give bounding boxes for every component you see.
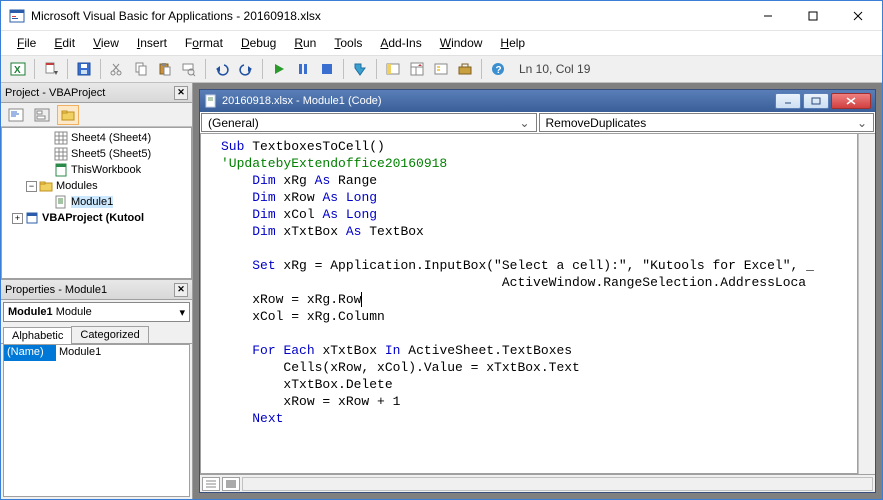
menu-debug[interactable]: Debug bbox=[233, 34, 284, 52]
menu-format[interactable]: Format bbox=[177, 34, 231, 52]
full-module-view-button[interactable] bbox=[222, 477, 240, 491]
insert-module-button[interactable] bbox=[40, 58, 62, 80]
chevron-down-icon: ▾ bbox=[179, 306, 185, 319]
window-title: Microsoft Visual Basic for Applications … bbox=[31, 9, 745, 23]
properties-tabs: Alphabetic Categorized bbox=[1, 324, 192, 344]
menu-edit[interactable]: Edit bbox=[46, 34, 83, 52]
code-window-minimize-button[interactable] bbox=[775, 93, 801, 109]
code-window-maximize-button[interactable] bbox=[803, 93, 829, 109]
procedure-combo[interactable]: RemoveDuplicates⌄ bbox=[539, 113, 875, 132]
properties-grid[interactable]: (Name) Module1 bbox=[3, 344, 190, 497]
object-browser-button[interactable] bbox=[430, 58, 452, 80]
properties-title: Properties - Module1 bbox=[5, 284, 174, 296]
properties-window-button[interactable] bbox=[406, 58, 428, 80]
undo-button[interactable] bbox=[211, 58, 233, 80]
menu-window[interactable]: Window bbox=[432, 34, 491, 52]
tree-item-vbaproject2[interactable]: +VBAProject (Kutool bbox=[2, 210, 191, 226]
project-tree[interactable]: Sheet4 (Sheet4) Sheet5 (Sheet5) ThisWork… bbox=[1, 127, 192, 279]
code-window-close-button[interactable] bbox=[831, 93, 871, 109]
menu-addins[interactable]: Add-Ins bbox=[372, 34, 429, 52]
project-explorer-title: Project - VBAProject bbox=[5, 87, 174, 99]
cursor-position-status: Ln 10, Col 19 bbox=[519, 62, 590, 76]
menu-insert[interactable]: Insert bbox=[129, 34, 175, 52]
toolbox-button[interactable] bbox=[454, 58, 476, 80]
chevron-down-icon: ⌄ bbox=[857, 116, 867, 130]
workbook-icon bbox=[54, 163, 68, 177]
module-icon bbox=[204, 94, 218, 108]
expand-icon[interactable]: + bbox=[12, 213, 23, 224]
worksheet-icon bbox=[54, 147, 68, 161]
menu-run[interactable]: Run bbox=[286, 34, 324, 52]
object-combo[interactable]: (General)⌄ bbox=[201, 113, 537, 132]
project-icon bbox=[25, 211, 39, 225]
break-button[interactable] bbox=[292, 58, 314, 80]
properties-object-combo[interactable]: Module1 Module ▾ bbox=[3, 302, 190, 322]
paste-button[interactable] bbox=[154, 58, 176, 80]
svg-text:?: ? bbox=[496, 65, 502, 76]
redo-button[interactable] bbox=[235, 58, 257, 80]
save-button[interactable] bbox=[73, 58, 95, 80]
copy-button[interactable] bbox=[130, 58, 152, 80]
collapse-icon[interactable]: − bbox=[26, 181, 37, 192]
run-button[interactable] bbox=[268, 58, 290, 80]
property-value[interactable]: Module1 bbox=[56, 345, 189, 361]
menubar: File Edit View Insert Format Debug Run T… bbox=[1, 31, 882, 55]
code-window-titlebar[interactable]: 20160918.xlsx - Module1 (Code) bbox=[200, 90, 875, 112]
project-explorer-button[interactable] bbox=[382, 58, 404, 80]
code-editor[interactable]: Sub TextboxesToCell() 'UpdatebyExtendoff… bbox=[200, 134, 858, 474]
project-explorer-close-button[interactable]: ✕ bbox=[174, 86, 188, 100]
module-icon bbox=[54, 195, 68, 209]
property-key: (Name) bbox=[4, 345, 56, 361]
tree-item-sheet4[interactable]: Sheet4 (Sheet4) bbox=[2, 130, 191, 146]
horizontal-scrollbar[interactable] bbox=[242, 477, 873, 491]
tab-alphabetic[interactable]: Alphabetic bbox=[3, 327, 72, 344]
tree-item-sheet5[interactable]: Sheet5 (Sheet5) bbox=[2, 146, 191, 162]
code-window: 20160918.xlsx - Module1 (Code) (General)… bbox=[199, 89, 876, 493]
window-titlebar: Microsoft Visual Basic for Applications … bbox=[1, 1, 882, 31]
property-row-name: (Name) Module1 bbox=[4, 345, 189, 361]
svg-text:X: X bbox=[14, 65, 21, 76]
vertical-scrollbar[interactable] bbox=[858, 134, 875, 474]
code-window-title: 20160918.xlsx - Module1 (Code) bbox=[222, 95, 775, 107]
tree-item-modules-folder[interactable]: −Modules bbox=[2, 178, 191, 194]
cut-button[interactable] bbox=[106, 58, 128, 80]
worksheet-icon bbox=[54, 131, 68, 145]
design-mode-button[interactable] bbox=[349, 58, 371, 80]
reset-button[interactable] bbox=[316, 58, 338, 80]
procedure-view-button[interactable] bbox=[202, 477, 220, 491]
project-explorer-toolbar bbox=[1, 103, 192, 127]
app-icon bbox=[9, 8, 25, 24]
properties-header: Properties - Module1 ✕ bbox=[1, 280, 192, 300]
menu-help[interactable]: Help bbox=[492, 34, 533, 52]
chevron-down-icon: ⌄ bbox=[519, 116, 529, 130]
mdi-area: 20160918.xlsx - Module1 (Code) (General)… bbox=[193, 83, 882, 499]
window-minimize-button[interactable] bbox=[745, 1, 790, 30]
tree-item-thisworkbook[interactable]: ThisWorkbook bbox=[2, 162, 191, 178]
menu-view[interactable]: View bbox=[85, 34, 127, 52]
view-excel-button[interactable]: X bbox=[7, 58, 29, 80]
window-maximize-button[interactable] bbox=[790, 1, 835, 30]
view-object-button[interactable] bbox=[31, 105, 53, 125]
tab-categorized[interactable]: Categorized bbox=[71, 326, 148, 343]
toggle-folders-button[interactable] bbox=[57, 105, 79, 125]
properties-close-button[interactable]: ✕ bbox=[174, 283, 188, 297]
project-explorer-header: Project - VBAProject ✕ bbox=[1, 83, 192, 103]
find-button[interactable] bbox=[178, 58, 200, 80]
help-button[interactable]: ? bbox=[487, 58, 509, 80]
menu-tools[interactable]: Tools bbox=[326, 34, 370, 52]
tree-item-module1[interactable]: Module1 bbox=[2, 194, 191, 210]
standard-toolbar: X ? Ln 10, Col 19 bbox=[1, 55, 882, 83]
menu-file[interactable]: File bbox=[9, 34, 44, 52]
window-close-button[interactable] bbox=[835, 1, 880, 30]
folder-open-icon bbox=[39, 179, 53, 193]
view-code-button[interactable] bbox=[5, 105, 27, 125]
